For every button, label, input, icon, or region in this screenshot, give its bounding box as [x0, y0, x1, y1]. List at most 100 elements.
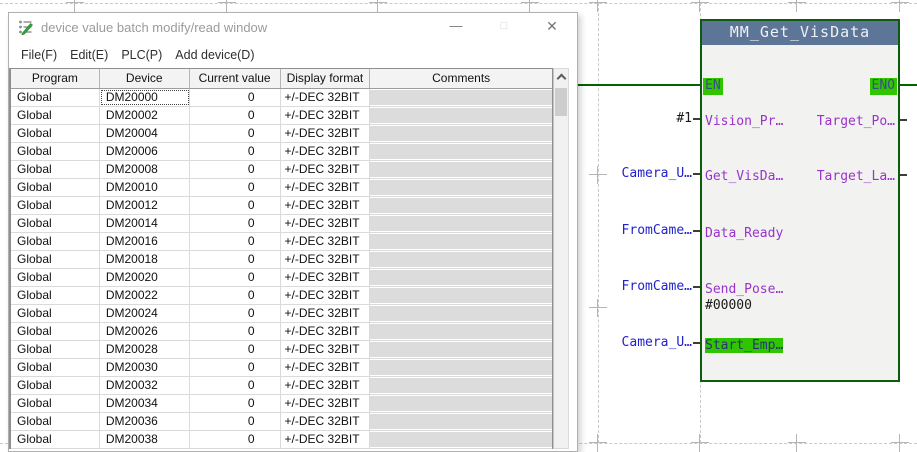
output-pin[interactable]: Target_La…: [817, 169, 895, 184]
cell-device[interactable]: DM20002: [100, 107, 190, 124]
menu-file[interactable]: File(F): [19, 46, 59, 64]
cell-comments[interactable]: [370, 359, 552, 376]
cell-program[interactable]: Global: [11, 125, 100, 142]
cell-device[interactable]: DM20004: [100, 125, 190, 142]
cell-comments[interactable]: [370, 143, 552, 160]
operand-label[interactable]: Camera_U…: [621, 166, 700, 181]
cell-current-value[interactable]: 0: [190, 107, 281, 124]
cell-display-format[interactable]: +/-DEC 32BIT: [281, 431, 371, 448]
eno-pin[interactable]: ENO: [870, 78, 897, 95]
cell-comments[interactable]: [370, 431, 552, 448]
table-row[interactable]: GlobalDM200080+/-DEC 32BIT: [11, 161, 552, 179]
table-row[interactable]: GlobalDM200280+/-DEC 32BIT: [11, 341, 552, 359]
cell-current-value[interactable]: 0: [190, 143, 281, 160]
cell-display-format[interactable]: +/-DEC 32BIT: [281, 323, 371, 340]
table-row[interactable]: GlobalDM200140+/-DEC 32BIT: [11, 215, 552, 233]
table-row[interactable]: GlobalDM200260+/-DEC 32BIT: [11, 323, 552, 341]
cell-device[interactable]: DM20032: [100, 377, 190, 394]
cell-comments[interactable]: [370, 413, 552, 430]
input-pin[interactable]: Vision_Pr…: [705, 114, 783, 129]
cell-display-format[interactable]: +/-DEC 32BIT: [281, 413, 371, 430]
table-row[interactable]: GlobalDM200340+/-DEC 32BIT: [11, 395, 552, 413]
cell-display-format[interactable]: +/-DEC 32BIT: [281, 359, 371, 376]
cell-current-value[interactable]: 0: [190, 197, 281, 214]
cell-current-value[interactable]: 0: [190, 233, 281, 250]
table-row[interactable]: GlobalDM200120+/-DEC 32BIT: [11, 197, 552, 215]
cell-display-format[interactable]: +/-DEC 32BIT: [281, 179, 371, 196]
en-pin[interactable]: EN: [703, 78, 723, 95]
cell-program[interactable]: Global: [11, 323, 100, 340]
cell-comments[interactable]: [370, 215, 552, 232]
input-pin[interactable]: Get_VisDa…: [705, 169, 783, 184]
cell-display-format[interactable]: +/-DEC 32BIT: [281, 305, 371, 322]
menu-add-device[interactable]: Add device(D): [173, 46, 256, 64]
cell-device[interactable]: DM20024: [100, 305, 190, 322]
cell-program[interactable]: Global: [11, 431, 100, 448]
cell-program[interactable]: Global: [11, 269, 100, 286]
cell-display-format[interactable]: +/-DEC 32BIT: [281, 395, 371, 412]
cell-program[interactable]: Global: [11, 377, 100, 394]
table-row[interactable]: GlobalDM200100+/-DEC 32BIT: [11, 179, 552, 197]
table-row[interactable]: GlobalDM200000+/-DEC 32BIT: [11, 89, 552, 107]
cell-program[interactable]: Global: [11, 359, 100, 376]
cell-current-value[interactable]: 0: [190, 359, 281, 376]
cell-program[interactable]: Global: [11, 341, 100, 358]
cell-display-format[interactable]: +/-DEC 32BIT: [281, 269, 371, 286]
cell-program[interactable]: Global: [11, 413, 100, 430]
table-row[interactable]: GlobalDM200060+/-DEC 32BIT: [11, 143, 552, 161]
table-row[interactable]: GlobalDM200200+/-DEC 32BIT: [11, 269, 552, 287]
cell-current-value[interactable]: 0: [190, 305, 281, 322]
minimize-button[interactable]: —: [439, 13, 473, 41]
input-pin[interactable]: Data_Ready: [705, 226, 783, 241]
cell-program[interactable]: Global: [11, 107, 100, 124]
cell-comments[interactable]: [370, 125, 552, 142]
operand-label[interactable]: #1: [675, 111, 700, 126]
table-row[interactable]: GlobalDM200020+/-DEC 32BIT: [11, 107, 552, 125]
cell-display-format[interactable]: +/-DEC 32BIT: [281, 287, 371, 304]
col-header-comments[interactable]: Comments: [370, 69, 552, 88]
operand-label[interactable]: FromCame…: [621, 279, 700, 294]
cell-device[interactable]: DM20010: [100, 179, 190, 196]
table-row[interactable]: GlobalDM200360+/-DEC 32BIT: [11, 413, 552, 431]
cell-device[interactable]: DM20028: [100, 341, 190, 358]
cell-program[interactable]: Global: [11, 179, 100, 196]
cell-current-value[interactable]: 0: [190, 251, 281, 268]
cell-device[interactable]: DM20036: [100, 413, 190, 430]
col-header-program[interactable]: Program: [11, 69, 100, 88]
operand-label[interactable]: Camera_U…: [621, 335, 700, 350]
cell-device[interactable]: DM20020: [100, 269, 190, 286]
input-pin[interactable]: Send_Pose…: [705, 282, 783, 297]
table-row[interactable]: GlobalDM200220+/-DEC 32BIT: [11, 287, 552, 305]
cell-comments[interactable]: [370, 395, 552, 412]
cell-display-format[interactable]: +/-DEC 32BIT: [281, 89, 371, 106]
cell-device[interactable]: DM20034: [100, 395, 190, 412]
cell-device[interactable]: DM20006: [100, 143, 190, 160]
scrollbar-thumb[interactable]: [555, 88, 567, 116]
cell-comments[interactable]: [370, 323, 552, 340]
cell-current-value[interactable]: 0: [190, 413, 281, 430]
cell-comments[interactable]: [370, 197, 552, 214]
table-row[interactable]: GlobalDM200160+/-DEC 32BIT: [11, 233, 552, 251]
cell-program[interactable]: Global: [11, 143, 100, 160]
col-header-device[interactable]: Device: [100, 69, 190, 88]
function-block-mm-get-visdata[interactable]: MM_Get_VisData EN ENO Vision_Pr…Get_VisD…: [700, 19, 900, 382]
cell-comments[interactable]: [370, 179, 552, 196]
cell-display-format[interactable]: +/-DEC 32BIT: [281, 341, 371, 358]
table-row[interactable]: GlobalDM200300+/-DEC 32BIT: [11, 359, 552, 377]
cell-program[interactable]: Global: [11, 89, 100, 106]
cell-comments[interactable]: [370, 233, 552, 250]
operand-label[interactable]: FromCame…: [621, 223, 700, 238]
cell-comments[interactable]: [370, 287, 552, 304]
cell-comments[interactable]: [370, 107, 552, 124]
window-titlebar[interactable]: device value batch modify/read window — …: [9, 13, 577, 41]
cell-device[interactable]: DM20018: [100, 251, 190, 268]
cell-program[interactable]: Global: [11, 197, 100, 214]
cell-device[interactable]: DM20022: [100, 287, 190, 304]
close-button[interactable]: ✕: [535, 13, 569, 41]
cell-current-value[interactable]: 0: [190, 161, 281, 178]
cell-program[interactable]: Global: [11, 287, 100, 304]
cell-program[interactable]: Global: [11, 215, 100, 232]
input-pin[interactable]: Start_Emp…: [705, 338, 783, 353]
cell-program[interactable]: Global: [11, 395, 100, 412]
cell-current-value[interactable]: 0: [190, 269, 281, 286]
